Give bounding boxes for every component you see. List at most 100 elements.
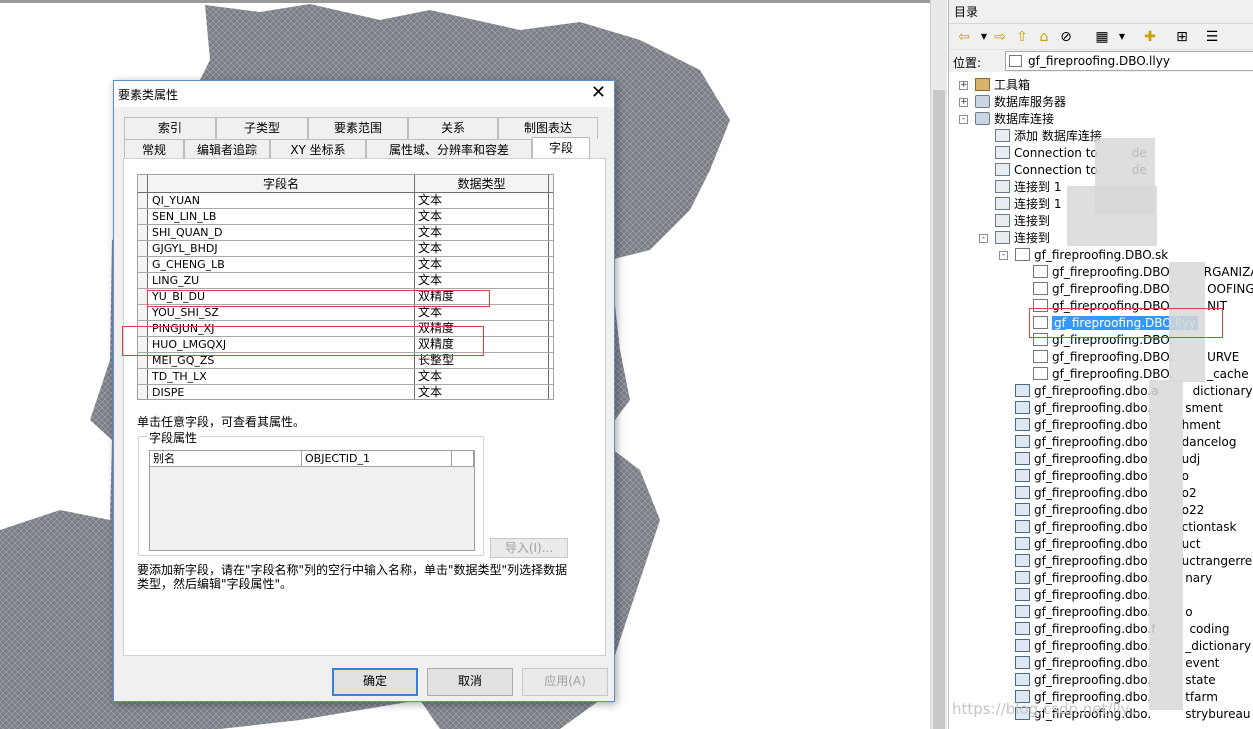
tree-item[interactable]: gf_fireproofing.DBO. _cache bbox=[1033, 366, 1249, 383]
table-row[interactable]: GJGYL_BHDJ 文本 bbox=[138, 241, 553, 257]
location-input[interactable]: gf_fireproofing.DBO.llyy bbox=[1005, 51, 1253, 71]
field-name-cell[interactable]: DISPE bbox=[148, 385, 415, 399]
table-row[interactable]: SEN_LIN_LB 文本 bbox=[138, 209, 553, 225]
field-name-cell[interactable]: TD_TH_LX bbox=[148, 369, 415, 384]
tab-subtypes[interactable]: 子类型 bbox=[216, 117, 308, 139]
ok-button[interactable]: 确定 bbox=[332, 668, 418, 696]
col-data-type[interactable]: 数据类型 bbox=[415, 175, 549, 192]
field-name-cell[interactable]: QI_YUAN bbox=[148, 193, 415, 208]
tree-item[interactable]: gf_fireproofing.DBO. URVE bbox=[1033, 349, 1239, 366]
field-name-cell[interactable]: GJGYL_BHDJ bbox=[148, 241, 415, 256]
row-selector[interactable] bbox=[138, 257, 148, 272]
tab-index[interactable]: 索引 bbox=[124, 117, 216, 139]
row-selector[interactable] bbox=[138, 209, 148, 224]
field-type-cell[interactable]: 文本 bbox=[415, 193, 549, 208]
tree-item[interactable]: gf_fireproofing.dbo.a dictionary bbox=[1015, 383, 1253, 400]
import-button[interactable]: 导入(I)... bbox=[490, 538, 568, 558]
collapse-icon[interactable]: - bbox=[979, 234, 988, 243]
table-row[interactable]: TD_TH_LX 文本 bbox=[138, 369, 553, 385]
table-icon bbox=[1015, 452, 1030, 465]
expand-icon[interactable]: + bbox=[959, 98, 968, 107]
highlight-box-yu-bi-du bbox=[147, 290, 490, 307]
tree-item[interactable]: gf_fireproofing.DBO. OOFING bbox=[1033, 281, 1253, 298]
tree-item[interactable]: gf_fireproofing.dbo dancelog bbox=[1015, 434, 1236, 451]
tree-item[interactable]: 添加 数据库连接 bbox=[995, 128, 1102, 145]
table-row[interactable]: DISPE 文本 bbox=[138, 385, 553, 399]
row-selector[interactable] bbox=[138, 305, 148, 320]
table-row[interactable]: LING_ZU 文本 bbox=[138, 273, 553, 289]
tree-item[interactable]: gf_fireproofing.dbo. bbox=[1015, 587, 1151, 604]
tree-item[interactable]: gf_fireproofing.dbo hment bbox=[1015, 417, 1221, 434]
field-name-cell[interactable]: SEN_LIN_LB bbox=[148, 209, 415, 224]
row-selector[interactable] bbox=[138, 273, 148, 288]
collapse-icon[interactable]: - bbox=[959, 115, 968, 124]
tree-item[interactable]: gf_fireproofing.dbo. _dictionary bbox=[1015, 638, 1251, 655]
tree-item-label-suffix: o2 bbox=[1181, 486, 1197, 500]
field-type-cell[interactable]: 文本 bbox=[415, 305, 549, 320]
field-type-cell[interactable]: 文本 bbox=[415, 225, 549, 240]
table-row[interactable]: YOU_SHI_SZ 文本 bbox=[138, 305, 553, 321]
field-properties-table[interactable]: 别名 OBJECTID_1 bbox=[149, 450, 475, 551]
field-type-cell[interactable]: 文本 bbox=[415, 241, 549, 256]
tree-item[interactable]: gf_fireproofing.dbo ctiontask bbox=[1015, 519, 1236, 536]
tree-item[interactable]: 连接到 bbox=[995, 213, 1050, 230]
tree-item[interactable]: gf_fireproofing.dbo. event bbox=[1015, 655, 1219, 672]
tree-item[interactable]: 工具箱 bbox=[975, 77, 1030, 94]
forward-icon[interactable]: ⇨ bbox=[991, 28, 1009, 46]
field-name-cell[interactable]: G_CHENG_LB bbox=[148, 257, 415, 272]
up-one-level-icon[interactable]: ⇧ bbox=[1013, 28, 1031, 46]
tree-item[interactable]: 连接到 1 bbox=[995, 196, 1061, 213]
tree-item-label: Connection to bbox=[1014, 146, 1098, 160]
tree-item[interactable]: 数据库连接 bbox=[975, 111, 1054, 128]
field-type-cell[interactable]: 文本 bbox=[415, 209, 549, 224]
map-scrollbar[interactable] bbox=[930, 0, 947, 729]
property-row[interactable]: 别名 OBJECTID_1 bbox=[150, 451, 474, 467]
row-selector[interactable] bbox=[138, 225, 148, 240]
field-name-cell[interactable]: SHI_QUAN_D bbox=[148, 225, 415, 240]
apply-button[interactable]: 应用(A) bbox=[522, 668, 608, 696]
field-properties-label: 字段属性 bbox=[147, 429, 200, 446]
home-icon[interactable]: ⌂ bbox=[1035, 28, 1053, 46]
col-field-name[interactable]: 字段名 bbox=[148, 175, 415, 192]
connect-folder-icon[interactable]: ✚ bbox=[1141, 28, 1159, 46]
tab-representations[interactable]: 制图表达 bbox=[498, 117, 598, 139]
tree-item[interactable]: gf_fireproofing.dbo.f coding bbox=[1015, 621, 1230, 638]
views-icon[interactable]: ▦ bbox=[1093, 28, 1111, 46]
row-selector[interactable] bbox=[138, 385, 148, 399]
tree-item[interactable]: gf_fireproofing.dbo. sment bbox=[1015, 400, 1223, 417]
row-selector[interactable] bbox=[138, 369, 148, 384]
field-name-cell[interactable]: LING_ZU bbox=[148, 273, 415, 288]
tab-feature-extent[interactable]: 要素范围 bbox=[308, 117, 408, 139]
field-type-cell[interactable]: 文本 bbox=[415, 369, 549, 384]
row-selector[interactable] bbox=[138, 193, 148, 208]
cancel-button[interactable]: 取消 bbox=[427, 668, 513, 696]
toggle-contents-icon[interactable]: ⊞ bbox=[1173, 28, 1191, 46]
field-type-cell[interactable]: 文本 bbox=[415, 385, 549, 399]
disconnect-folder-icon[interactable]: ⊘ bbox=[1057, 28, 1075, 46]
table-row[interactable]: QI_YUAN 文本 bbox=[138, 193, 553, 209]
table-row[interactable]: G_CHENG_LB 文本 bbox=[138, 257, 553, 273]
options-icon[interactable]: ☰ bbox=[1203, 28, 1221, 46]
tab-relationships[interactable]: 关系 bbox=[408, 117, 498, 139]
expand-icon[interactable]: + bbox=[959, 81, 968, 90]
collapse-icon[interactable]: - bbox=[999, 251, 1008, 260]
table-row[interactable]: SHI_QUAN_D 文本 bbox=[138, 225, 553, 241]
tree-item[interactable]: gf_fireproofing.dbo uctrangerrela bbox=[1015, 553, 1253, 570]
row-selector[interactable] bbox=[138, 241, 148, 256]
tree-item[interactable]: 连接到 1 bbox=[995, 179, 1061, 196]
dialog-titlebar[interactable]: 要素类属性 ✕ bbox=[114, 81, 614, 107]
tree-item[interactable]: 数据库服务器 bbox=[975, 94, 1066, 111]
field-name-cell[interactable]: YOU_SHI_SZ bbox=[148, 305, 415, 320]
field-type-cell[interactable]: 文本 bbox=[415, 257, 549, 272]
tree-item[interactable]: gf_fireproofing.DBO.sk bbox=[1015, 247, 1168, 264]
tree-item[interactable]: gf_fireproofing.dbo. state bbox=[1015, 672, 1216, 689]
close-icon[interactable]: ✕ bbox=[591, 83, 606, 103]
tree-item[interactable]: 连接到 bbox=[995, 230, 1050, 247]
property-value[interactable]: OBJECTID_1 bbox=[302, 451, 452, 466]
fields-grid[interactable]: 字段名 数据类型 QI_YUAN 文本 SEN_LIN_LB 文本 SHI_QUAN_D… bbox=[137, 174, 554, 400]
views-dropdown-icon[interactable]: ▼ bbox=[1113, 28, 1131, 46]
back-icon[interactable]: ⇦ bbox=[955, 28, 973, 46]
tree-item[interactable]: gf_fireproofing.DBO RGANIZA bbox=[1033, 264, 1253, 281]
field-type-cell[interactable]: 文本 bbox=[415, 273, 549, 288]
scrollbar-thumb[interactable] bbox=[933, 90, 945, 729]
